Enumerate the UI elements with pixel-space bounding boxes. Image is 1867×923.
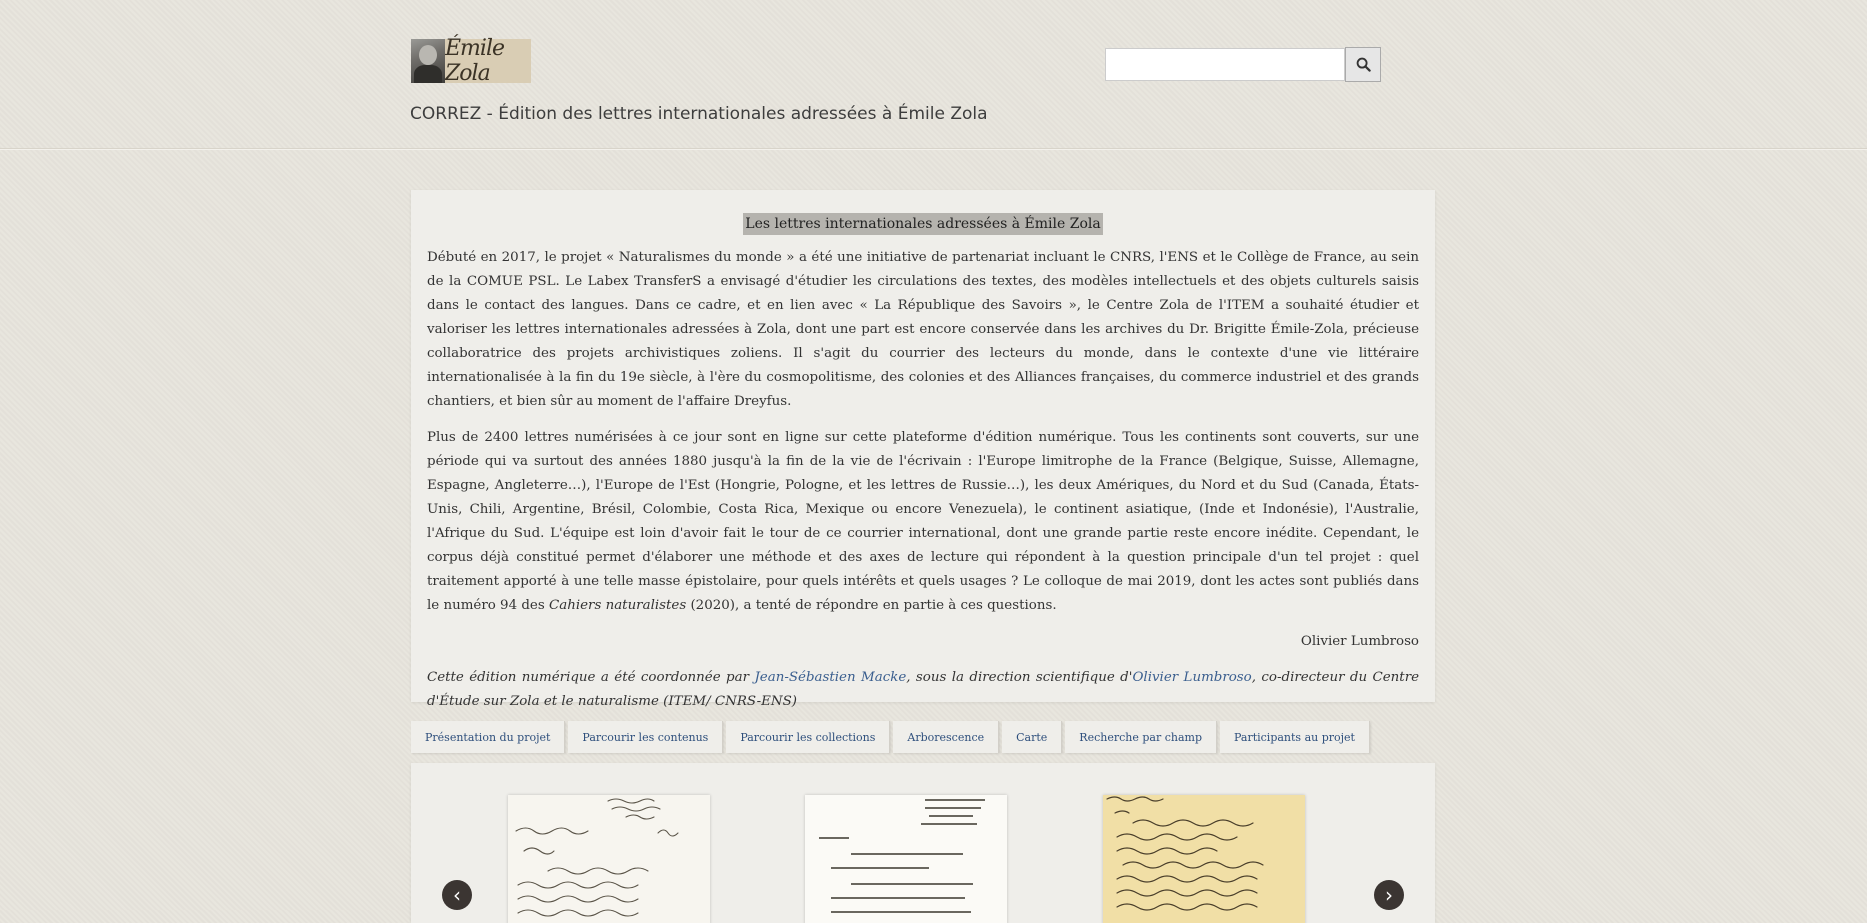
macke-link[interactable]: Jean-Sébastien Macke	[754, 670, 906, 685]
search-form	[1105, 47, 1381, 82]
credit-text: , sous la direction scientifique d'	[906, 670, 1133, 685]
signature-logo: Émile Zola	[445, 36, 531, 86]
tab-browse-collections[interactable]: Parcourir les collections	[726, 721, 891, 753]
intro-heading-text: Les lettres internationales adressées à …	[743, 213, 1103, 235]
credit-text: Cette édition numérique a été coordonnée…	[427, 670, 755, 685]
portrait-icon	[411, 39, 445, 83]
carousel-next-button[interactable]: ›	[1374, 880, 1404, 910]
tab-field-search[interactable]: Recherche par champ	[1065, 721, 1217, 753]
site-header: Émile Zola CORREZ - Édition des lettres …	[0, 0, 1867, 149]
search-icon	[1356, 57, 1371, 72]
site-logo[interactable]: Émile Zola	[411, 36, 531, 86]
search-input[interactable]	[1105, 48, 1345, 81]
handwritten-letter-icon	[508, 795, 710, 923]
intro-paragraph-1: Débuté en 2017, le projet « Naturalismes…	[427, 250, 1419, 409]
chevron-right-icon: ›	[1385, 883, 1393, 907]
tab-participants[interactable]: Participants au projet	[1219, 721, 1370, 753]
author-signature: Olivier Lumbroso	[1300, 634, 1419, 649]
tab-map[interactable]: Carte	[1002, 721, 1063, 753]
intro-paragraph-2: Plus de 2400 lettres numérisées à ce jou…	[427, 426, 1419, 618]
letters-carousel	[411, 763, 1435, 923]
carousel-prev-button[interactable]: ‹	[442, 880, 472, 910]
letter-thumbnail[interactable]	[1103, 795, 1305, 923]
letter-thumbnail[interactable]	[508, 795, 710, 923]
handwritten-letter-icon	[1103, 795, 1305, 923]
chevron-left-icon: ‹	[453, 883, 461, 907]
search-button[interactable]	[1345, 47, 1381, 82]
nav-tabs: Présentation du projet Parcourir les con…	[411, 721, 1373, 753]
tab-browse-items[interactable]: Parcourir les contenus	[568, 721, 724, 753]
site-title[interactable]: CORREZ - Édition des lettres internation…	[410, 104, 988, 124]
lumbroso-link[interactable]: Olivier Lumbroso	[1132, 670, 1251, 685]
intro-panel: Les lettres internationales adressées à …	[411, 190, 1435, 709]
letter-thumbnail[interactable]	[805, 795, 1007, 923]
edition-credit: Cette édition numérique a été coordonnée…	[427, 666, 1419, 714]
paragraph-2-text: Plus de 2400 lettres numérisées à ce jou…	[427, 430, 1419, 613]
tab-presentation[interactable]: Présentation du projet	[411, 721, 566, 753]
typed-letter-icon	[805, 795, 1007, 923]
tab-tree[interactable]: Arborescence	[893, 721, 1000, 753]
intro-heading: Les lettres internationales adressées à …	[427, 213, 1419, 235]
paragraph-2-end: (2020), a tenté de répondre en partie à …	[686, 598, 1057, 613]
cahiers-naturalistes-title: Cahiers naturalistes	[548, 598, 687, 613]
